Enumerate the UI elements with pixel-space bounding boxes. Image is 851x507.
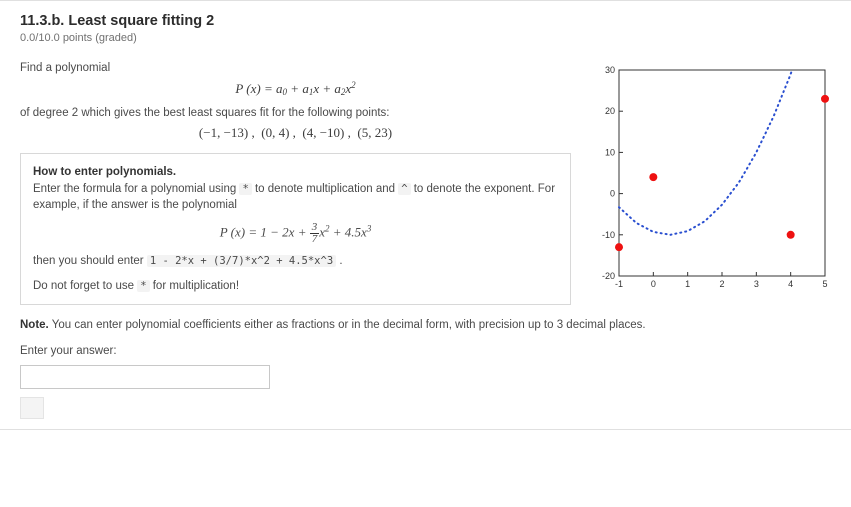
svg-text:-1: -1 [615, 279, 623, 289]
page-title: 11.3.b. Least square fitting 2 [20, 13, 831, 29]
intro-2: of degree 2 which gives the best least s… [20, 107, 571, 119]
svg-text:4: 4 [788, 279, 793, 289]
svg-text:3: 3 [754, 279, 759, 289]
svg-text:1: 1 [685, 279, 690, 289]
scatter-chart: -20-100102030-1012345 [591, 64, 831, 294]
howto-equation: P (x) = 1 − 2x + 37x2 + 4.5x3 [33, 222, 558, 245]
data-points-list: (−1, −13) , (0, 4) , (4, −10) , (5, 23) [20, 125, 571, 141]
howto-then: then you should enter 1 - 2*x + (3/7)*x^… [33, 253, 558, 270]
svg-text:10: 10 [605, 147, 615, 157]
svg-text:0: 0 [651, 279, 656, 289]
note-text: Note. You can enter polynomial coefficie… [20, 319, 831, 331]
svg-text:30: 30 [605, 65, 615, 75]
svg-text:2: 2 [719, 279, 724, 289]
svg-text:-20: -20 [602, 271, 615, 281]
svg-text:5: 5 [822, 279, 827, 289]
points-graded: 0.0/10.0 points (graded) [20, 32, 831, 44]
howto-dont-forget: Do not forget to use * for multiplicatio… [33, 278, 558, 295]
submit-button[interactable] [20, 397, 44, 419]
question-area: Find a polynomial P (x) = a0 + a1x + a2x… [20, 62, 571, 305]
svg-text:0: 0 [610, 189, 615, 199]
svg-text:-10: -10 [602, 230, 615, 240]
answer-label: Enter your answer: [20, 345, 831, 357]
howto-box: How to enter polynomials. Enter the form… [20, 153, 571, 305]
chart-area: -20-100102030-1012345 [591, 62, 831, 305]
svg-text:20: 20 [605, 106, 615, 116]
answer-input[interactable] [20, 365, 270, 389]
howto-line1: Enter the formula for a polynomial using… [33, 181, 558, 214]
main-equation: P (x) = a0 + a1x + a2x2 [20, 80, 571, 97]
intro-1: Find a polynomial [20, 62, 571, 74]
howto-title: How to enter polynomials. [33, 164, 558, 181]
